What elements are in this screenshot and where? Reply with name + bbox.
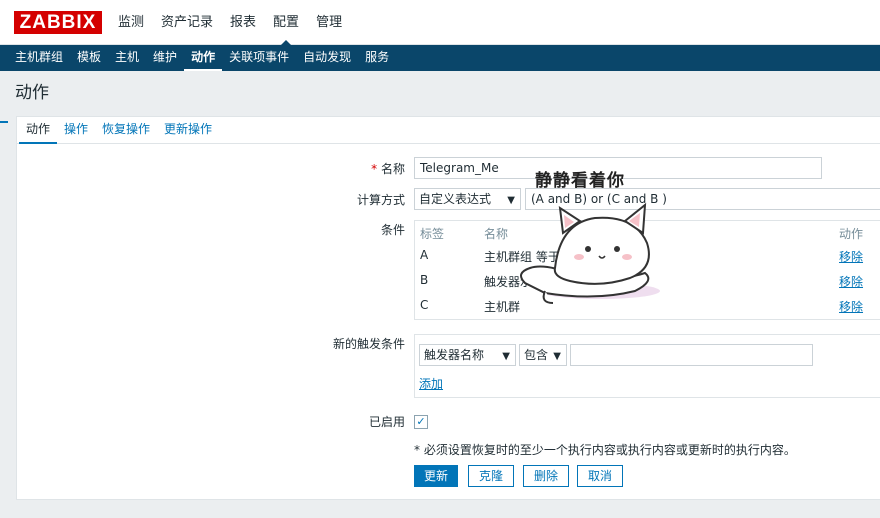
sub-menu-correlation[interactable]: 关联项事件 (222, 45, 296, 71)
main-menu-monitoring[interactable]: 监测 (118, 0, 144, 45)
update-button[interactable]: 更新 (414, 465, 458, 487)
page-title: 动作 (15, 83, 49, 103)
header-label: 标签 (420, 227, 445, 241)
new-condition-label: 新的触发条件 (332, 337, 405, 351)
sub-menu: 主机群组 模板 主机 维护 动作 关联项事件 自动发现 服务 (0, 45, 880, 71)
new-condition-operator-select[interactable]: 包含 ▼ (519, 344, 567, 366)
header-action: 动作 (839, 227, 864, 241)
add-condition-link[interactable]: 添加 (419, 375, 443, 392)
sub-menu-templates[interactable]: 模板 (70, 45, 108, 71)
remove-condition-c-link[interactable]: 移除 (839, 298, 863, 315)
condition-label-a: A (420, 248, 429, 262)
sub-menu-hosts[interactable]: 主机 (108, 45, 146, 71)
cat-sticker-image (520, 202, 660, 304)
tab-action[interactable]: 动作 (19, 117, 58, 144)
sub-menu-actions[interactable]: 动作 (184, 45, 223, 71)
calc-label: 计算方式 (356, 193, 405, 207)
zabbix-logo[interactable]: ZABBIX (14, 11, 102, 34)
remove-condition-a-link[interactable]: 移除 (839, 248, 863, 265)
chevron-down-icon: ▼ (553, 351, 561, 362)
main-menu-configuration[interactable]: 配置 (273, 0, 299, 46)
main-menu-reports[interactable]: 报表 (230, 0, 256, 45)
delete-button[interactable]: 删除 (523, 465, 569, 487)
left-marker (0, 121, 8, 123)
action-form-panel: 动作 操作 恢复操作 更新操作 * 名称 Telegram_Me 计算方式 自定… (16, 116, 880, 500)
new-condition-box: 触发器名称 ▼ 包含 ▼ 添加 (414, 334, 880, 398)
new-condition-type-select[interactable]: 触发器名称 ▼ (419, 344, 516, 366)
sub-menu-maintenance[interactable]: 维护 (146, 45, 184, 71)
cancel-button[interactable]: 取消 (577, 465, 623, 487)
enabled-checkbox[interactable]: ✓ (414, 415, 428, 429)
top-bar: ZABBIX 监测 资产记录 报表 配置 管理 (0, 0, 880, 46)
clone-button[interactable]: 克隆 (468, 465, 514, 487)
name-label: * 名称 (371, 162, 405, 176)
tab-update-operations[interactable]: 更新操作 (157, 117, 219, 144)
required-note: * 必须设置恢复时的至少一个执行内容或执行内容或更新时的执行内容。 (414, 443, 796, 457)
condition-label-b: B (420, 273, 429, 287)
enabled-label: 已启用 (368, 415, 405, 429)
new-condition-value-input[interactable] (570, 344, 813, 366)
main-menu-administration[interactable]: 管理 (316, 0, 342, 45)
remove-condition-b-link[interactable]: 移除 (839, 273, 863, 290)
sub-menu-services[interactable]: 服务 (358, 45, 396, 71)
sub-menu-host-groups[interactable]: 主机群组 (8, 45, 70, 71)
chevron-down-icon: ▼ (502, 351, 510, 362)
form-tabs: 动作 操作 恢复操作 更新操作 (17, 117, 880, 144)
conditions-label: 条件 (380, 223, 405, 237)
tab-recovery-operations[interactable]: 恢复操作 (95, 117, 157, 144)
sub-menu-discovery[interactable]: 自动发现 (296, 45, 358, 71)
main-menu-inventory[interactable]: 资产记录 (161, 0, 213, 45)
tab-operations[interactable]: 操作 (57, 117, 95, 144)
main-menu: 监测 资产记录 报表 配置 管理 (118, 0, 359, 46)
condition-label-c: C (420, 298, 429, 312)
